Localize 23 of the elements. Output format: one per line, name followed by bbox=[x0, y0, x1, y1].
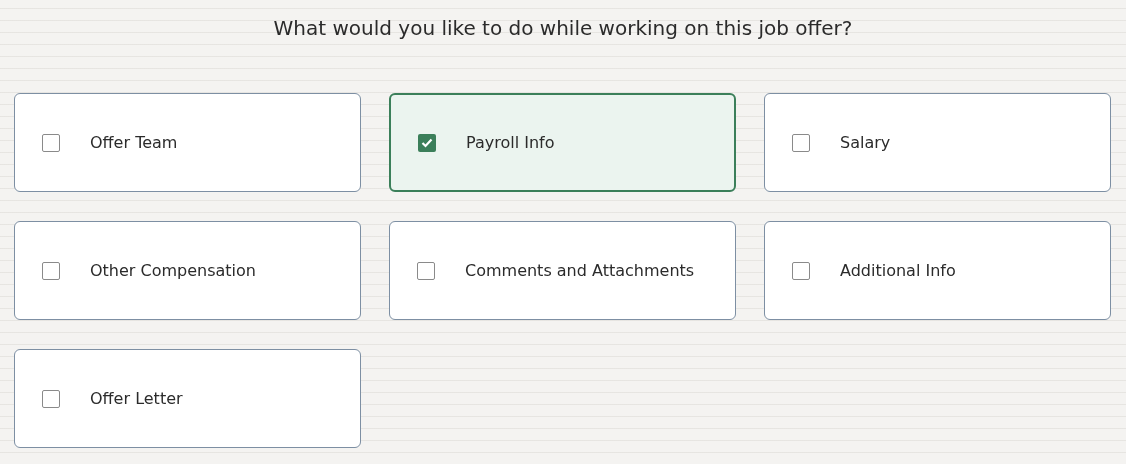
checkbox[interactable] bbox=[42, 133, 60, 152]
option-card[interactable]: Salary bbox=[764, 93, 1111, 192]
checkbox[interactable] bbox=[418, 133, 436, 152]
option-card[interactable]: Additional Info bbox=[764, 221, 1111, 320]
checkbox[interactable] bbox=[792, 261, 810, 280]
option-label: Salary bbox=[840, 133, 891, 152]
option-label: Other Compensation bbox=[90, 261, 256, 280]
option-label: Additional Info bbox=[840, 261, 956, 280]
option-card[interactable]: Comments and Attachments bbox=[389, 221, 736, 320]
question-heading: What would you like to do while working on this job offer? bbox=[273, 15, 853, 42]
option-label: Offer Team bbox=[90, 133, 178, 152]
checkbox[interactable] bbox=[42, 261, 60, 280]
checkbox[interactable] bbox=[792, 133, 810, 152]
checkbox[interactable] bbox=[417, 261, 435, 280]
option-label: Comments and Attachments bbox=[465, 261, 695, 280]
checkbox[interactable] bbox=[42, 389, 60, 408]
option-card[interactable]: Payroll Info bbox=[389, 93, 736, 192]
option-card[interactable]: Offer Team bbox=[14, 93, 361, 192]
option-card[interactable]: Offer Letter bbox=[14, 349, 361, 448]
option-label: Payroll Info bbox=[466, 133, 555, 152]
option-card[interactable]: Other Compensation bbox=[14, 221, 361, 320]
check-icon bbox=[421, 137, 433, 148]
option-label: Offer Letter bbox=[90, 389, 183, 408]
